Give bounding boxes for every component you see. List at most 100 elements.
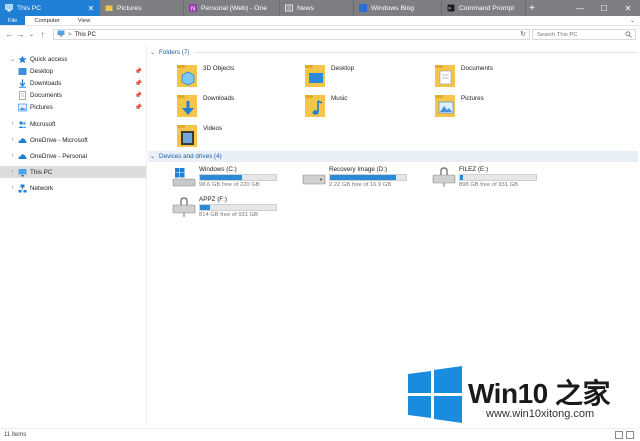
watermark-url: www.win10xitong.com bbox=[486, 408, 595, 420]
recent-locations-button[interactable]: ⌄ bbox=[26, 31, 37, 38]
videos-folder-icon bbox=[176, 122, 200, 150]
chevron-right-icon[interactable]: › bbox=[9, 137, 16, 143]
sidebar-item-label: Desktop bbox=[30, 67, 54, 75]
folder-label: Documents bbox=[461, 65, 493, 72]
windows-drive-icon bbox=[172, 166, 198, 188]
folder-3d-objects[interactable]: 3D Objects bbox=[176, 62, 296, 92]
tab-this-pc[interactable]: This PC ✕ bbox=[0, 0, 100, 16]
folder-desktop[interactable]: Desktop bbox=[304, 62, 424, 92]
ribbon-tab-computer[interactable]: Computer bbox=[25, 16, 68, 25]
folder-downloads[interactable]: Downloads bbox=[176, 92, 296, 122]
folder-videos[interactable]: Videos bbox=[176, 122, 296, 152]
drive-free-space: 2.22 GB free of 16.9 GB bbox=[329, 182, 392, 188]
this-pc-icon bbox=[57, 30, 65, 39]
breadcrumb-this-pc[interactable]: This PC bbox=[75, 32, 96, 38]
tab-onenote[interactable]: N Personal (Web) - One bbox=[184, 0, 280, 16]
pin-icon[interactable]: 📌 bbox=[135, 80, 142, 87]
search-input[interactable] bbox=[537, 31, 627, 38]
svg-text:N: N bbox=[191, 7, 195, 13]
refresh-icon[interactable]: ↻ bbox=[520, 30, 526, 39]
pin-icon[interactable]: 📌 bbox=[135, 68, 142, 75]
sidebar-item-microsoft[interactable]: › Microsoft bbox=[0, 118, 146, 130]
forward-button[interactable]: → bbox=[15, 30, 26, 39]
sidebar-item-label: OneDrive - Microsoft bbox=[30, 136, 88, 144]
chevron-right-icon[interactable]: › bbox=[9, 153, 16, 159]
sidebar-item-downloads[interactable]: Downloads 📌 bbox=[0, 77, 146, 89]
folders-section-header[interactable]: ⌄ Folders (7) bbox=[148, 47, 638, 58]
section-title: Folders (7) bbox=[159, 49, 190, 56]
sidebar-item-label: This PC bbox=[30, 168, 53, 176]
3d-objects-folder-icon bbox=[176, 62, 200, 90]
pin-icon[interactable]: 📌 bbox=[135, 104, 142, 111]
search-icon[interactable] bbox=[625, 31, 632, 40]
sidebar-item-quick-access[interactable]: ⌄ Quick access bbox=[0, 53, 146, 65]
drive-free-space: 98.6 GB free of 220 GB bbox=[199, 182, 260, 188]
folder-documents[interactable]: Documents bbox=[434, 62, 554, 92]
tab-windows-blog[interactable]: Windows Blog bbox=[354, 0, 442, 16]
drive-usage-bar bbox=[199, 174, 277, 181]
up-button[interactable]: ↑ bbox=[37, 30, 48, 39]
network-drive-icon bbox=[432, 166, 458, 188]
chevron-down-icon[interactable]: ⌄ bbox=[150, 49, 155, 56]
tab-label: Command Prompt bbox=[459, 4, 515, 12]
close-icon[interactable]: ✕ bbox=[86, 4, 96, 13]
tab-pictures[interactable]: Pictures bbox=[100, 0, 184, 16]
chevron-right-icon[interactable]: › bbox=[9, 121, 16, 127]
large-icons-view-icon[interactable] bbox=[626, 431, 634, 439]
drive-c[interactable]: Windows (C:) 98.6 GB free of 220 GB bbox=[172, 166, 292, 192]
cmd-icon: > bbox=[446, 3, 456, 13]
folder-label: Videos bbox=[203, 125, 223, 132]
drive-name: Windows (C:) bbox=[199, 166, 237, 173]
sidebar-item-network[interactable]: › Network bbox=[0, 182, 146, 194]
windows-logo-icon bbox=[408, 366, 462, 423]
ribbon-tab-view[interactable]: View bbox=[69, 16, 99, 25]
search-box[interactable] bbox=[532, 29, 636, 40]
drive-usage-bar bbox=[459, 174, 537, 181]
win10-watermark-logo: Win10 之家 www.win10xitong.com bbox=[406, 366, 636, 426]
drives-section-header[interactable]: ⌄ Devices and drives (4) bbox=[148, 151, 638, 162]
drive-e[interactable]: FILEZ (E:) 898 GB free of 931 GB bbox=[432, 166, 552, 192]
sidebar-item-this-pc[interactable]: › This PC bbox=[0, 166, 146, 178]
minimize-button[interactable]: — bbox=[568, 0, 592, 16]
edge-icon bbox=[359, 4, 367, 12]
ribbon-tab-file[interactable]: File bbox=[0, 16, 26, 25]
drive-usage-fill bbox=[200, 175, 242, 180]
sidebar-item-label: Quick access bbox=[30, 55, 68, 63]
sidebar-item-label: Downloads bbox=[30, 79, 62, 87]
navigation-bar: ← → ⌄ ↑ > This PC ↻ bbox=[0, 27, 640, 42]
sidebar-item-desktop[interactable]: Desktop 📌 bbox=[0, 65, 146, 77]
chevron-down-icon[interactable]: ⌄ bbox=[150, 153, 155, 160]
address-bar[interactable]: > This PC ↻ bbox=[53, 29, 530, 40]
cloud-icon bbox=[18, 136, 27, 145]
tab-command-prompt[interactable]: > Command Prompt bbox=[442, 0, 526, 16]
this-pc-icon bbox=[18, 168, 27, 177]
pin-icon[interactable]: 📌 bbox=[135, 92, 142, 99]
section-divider bbox=[195, 52, 638, 53]
folder-pictures[interactable]: Pictures bbox=[434, 92, 554, 122]
close-window-button[interactable]: ✕ bbox=[616, 0, 640, 16]
sidebar-item-documents[interactable]: Documents 📌 bbox=[0, 89, 146, 101]
details-view-icon[interactable] bbox=[615, 431, 623, 439]
folder-label: 3D Objects bbox=[203, 65, 235, 72]
tab-news[interactable]: News bbox=[280, 0, 354, 16]
sidebar-item-pictures[interactable]: Pictures 📌 bbox=[0, 101, 146, 113]
sidebar-item-onedrive-personal[interactable]: › OneDrive - Personal bbox=[0, 150, 146, 162]
maximize-button[interactable]: ☐ bbox=[592, 0, 616, 16]
chevron-right-icon[interactable]: › bbox=[9, 169, 16, 175]
drive-free-space: 814 GB free of 931 GB bbox=[199, 212, 258, 218]
drive-d[interactable]: Recovery Image (D:) 2.22 GB free of 16.9… bbox=[302, 166, 422, 192]
chevron-down-icon[interactable]: ⌄ bbox=[9, 56, 16, 63]
folder-music[interactable]: Music bbox=[304, 92, 424, 122]
tab-label: Windows Blog bbox=[371, 4, 415, 12]
drive-usage-bar bbox=[329, 174, 407, 181]
chevron-right-icon[interactable]: › bbox=[9, 185, 16, 191]
sidebar-item-label: Pictures bbox=[30, 103, 53, 111]
new-tab-button[interactable]: + bbox=[526, 0, 538, 16]
view-buttons bbox=[615, 431, 634, 439]
back-button[interactable]: ← bbox=[4, 30, 15, 39]
drive-f[interactable]: APPZ (F:) 814 GB free of 931 GB bbox=[172, 196, 292, 222]
pane-divider[interactable] bbox=[146, 44, 147, 428]
pictures-folder-icon bbox=[434, 92, 458, 120]
sidebar-item-onedrive-microsoft[interactable]: › OneDrive - Microsoft bbox=[0, 134, 146, 146]
expand-ribbon-icon[interactable]: ⌄ bbox=[630, 17, 635, 24]
